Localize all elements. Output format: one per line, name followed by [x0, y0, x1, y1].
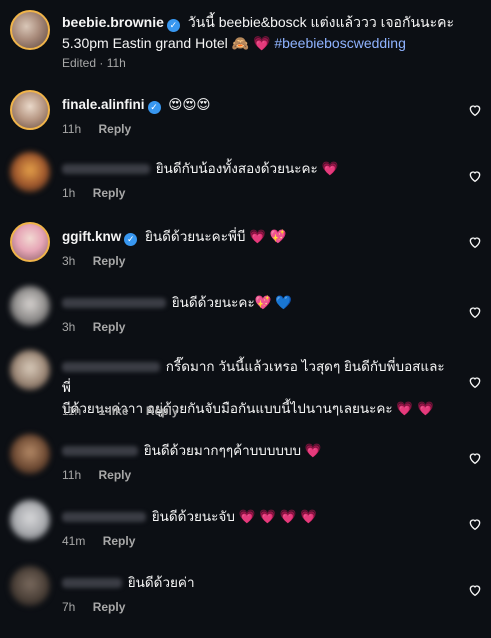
- heart-outline-icon[interactable]: [467, 102, 483, 118]
- comment-body: finale.alinfini ✓ 😍😍😍: [62, 94, 452, 116]
- comment-body: ยินดีด้วยนะคะ💖 💙: [62, 292, 452, 313]
- avatar[interactable]: [10, 286, 50, 326]
- avatar[interactable]: [10, 10, 50, 50]
- avatar[interactable]: [10, 566, 50, 606]
- comment-text: ยินดีด้วยนะจับ 💗 💗 💗 💗: [151, 509, 318, 524]
- reply-button[interactable]: Reply: [98, 122, 131, 136]
- comment-username[interactable]: ggift.knw: [62, 229, 121, 244]
- comment-time: 41m: [62, 534, 86, 548]
- comment-body: ยินดีกับน้องทั้งสองด้วยนะคะ 💗: [62, 158, 452, 179]
- verified-badge-icon: ✓: [166, 19, 180, 32]
- comment-text: ยินดีด้วยค่า: [127, 575, 195, 590]
- comment-meta: 11h Reply: [62, 468, 131, 482]
- heart-outline-icon[interactable]: [467, 582, 483, 598]
- reply-button[interactable]: Reply: [146, 404, 179, 418]
- comment-text: ยินดีด้วยนะคะ💖 💙: [171, 295, 293, 310]
- reply-button[interactable]: Reply: [93, 320, 126, 334]
- reply-button[interactable]: Reply: [93, 186, 126, 200]
- comment-time: 3h: [62, 254, 76, 268]
- edited-label: Edited: [62, 56, 97, 70]
- heart-outline-icon[interactable]: [467, 516, 483, 532]
- comment-username-redacted[interactable]: [62, 578, 122, 589]
- comment-text: ยินดีกับน้องทั้งสองด้วยนะคะ 💗: [155, 161, 339, 176]
- comment-username-redacted[interactable]: [62, 446, 138, 457]
- comment-body: ยินดีด้วยค่า: [62, 572, 452, 593]
- caption-username[interactable]: beebie.brownie: [62, 14, 164, 30]
- comment-body: ยินดีด้วยมากๆๆค้าบบบบบบ 💗: [62, 440, 452, 461]
- avatar[interactable]: [10, 222, 50, 262]
- comment-time: 1h: [62, 186, 76, 200]
- comment-text: ยินดีด้วยมากๆๆค้าบบบบบบ 💗: [143, 443, 322, 458]
- caption-line1: วันนี้ beebie&bosck แต่งแล้ววว เจอกันนะค…: [187, 14, 454, 30]
- heart-outline-icon[interactable]: [467, 304, 483, 320]
- comment-text: ยินดีด้วยนะคะพี่บี 💗 💖: [145, 229, 287, 244]
- avatar[interactable]: [10, 434, 50, 474]
- comment-time: 11h: [62, 468, 82, 482]
- heart-outline-icon[interactable]: [467, 450, 483, 466]
- heart-outline-icon[interactable]: [467, 234, 483, 250]
- heart-outline-icon[interactable]: [467, 374, 483, 390]
- comment-username-redacted[interactable]: [62, 362, 160, 373]
- avatar[interactable]: [10, 500, 50, 540]
- comment-body: ยินดีด้วยนะจับ 💗 💗 💗 💗: [62, 506, 452, 527]
- comment-time: 11h: [62, 122, 82, 136]
- avatar[interactable]: [10, 152, 50, 192]
- comment-meta: 41m Reply: [62, 534, 135, 548]
- comment-username-redacted[interactable]: [62, 512, 146, 523]
- comment-username[interactable]: finale.alinfini: [62, 97, 145, 112]
- like-count[interactable]: 1 like: [98, 404, 128, 418]
- comment-time: 11h: [62, 404, 82, 418]
- caption-meta: Edited · 11h: [62, 56, 126, 70]
- scrollbar[interactable]: [487, 0, 491, 638]
- heart-outline-icon[interactable]: [467, 168, 483, 184]
- verified-badge-icon: ✓: [124, 233, 138, 246]
- hashtag-link[interactable]: #beebieboscwedding: [274, 35, 406, 51]
- caption-text: beebie.brownie ✓ วันนี้ beebie&bosck แต่ง…: [62, 12, 482, 54]
- comment-meta: 7h Reply: [62, 600, 125, 614]
- verified-badge-icon: ✓: [147, 101, 161, 114]
- reply-button[interactable]: Reply: [93, 600, 126, 614]
- caption-time: 11h: [106, 56, 126, 70]
- comment-body: ggift.knw ✓ ยินดีด้วยนะคะพี่บี 💗 💖: [62, 226, 452, 247]
- reply-button[interactable]: Reply: [93, 254, 126, 268]
- comment-meta: 11h 1 like Reply: [62, 404, 179, 418]
- post-caption: beebie.brownie ✓ วันนี้ beebie&bosck แต่ง…: [0, 0, 491, 78]
- caption-line2: 5.30pm Eastin grand Hotel 🙈 💗: [62, 35, 271, 51]
- comment-meta: 11h Reply: [62, 122, 131, 136]
- comment-time: 7h: [62, 600, 76, 614]
- reply-button[interactable]: Reply: [98, 468, 131, 482]
- reply-button[interactable]: Reply: [103, 534, 136, 548]
- avatar[interactable]: [10, 90, 50, 130]
- comment-username-redacted[interactable]: [62, 298, 166, 309]
- comment-username-redacted[interactable]: [62, 164, 150, 175]
- comment-text: 😍😍😍: [168, 97, 211, 113]
- comment-time: 3h: [62, 320, 76, 334]
- comment-meta: 1h Reply: [62, 186, 125, 200]
- comment-meta: 3h Reply: [62, 254, 125, 268]
- comment-meta: 3h Reply: [62, 320, 125, 334]
- avatar[interactable]: [10, 350, 50, 390]
